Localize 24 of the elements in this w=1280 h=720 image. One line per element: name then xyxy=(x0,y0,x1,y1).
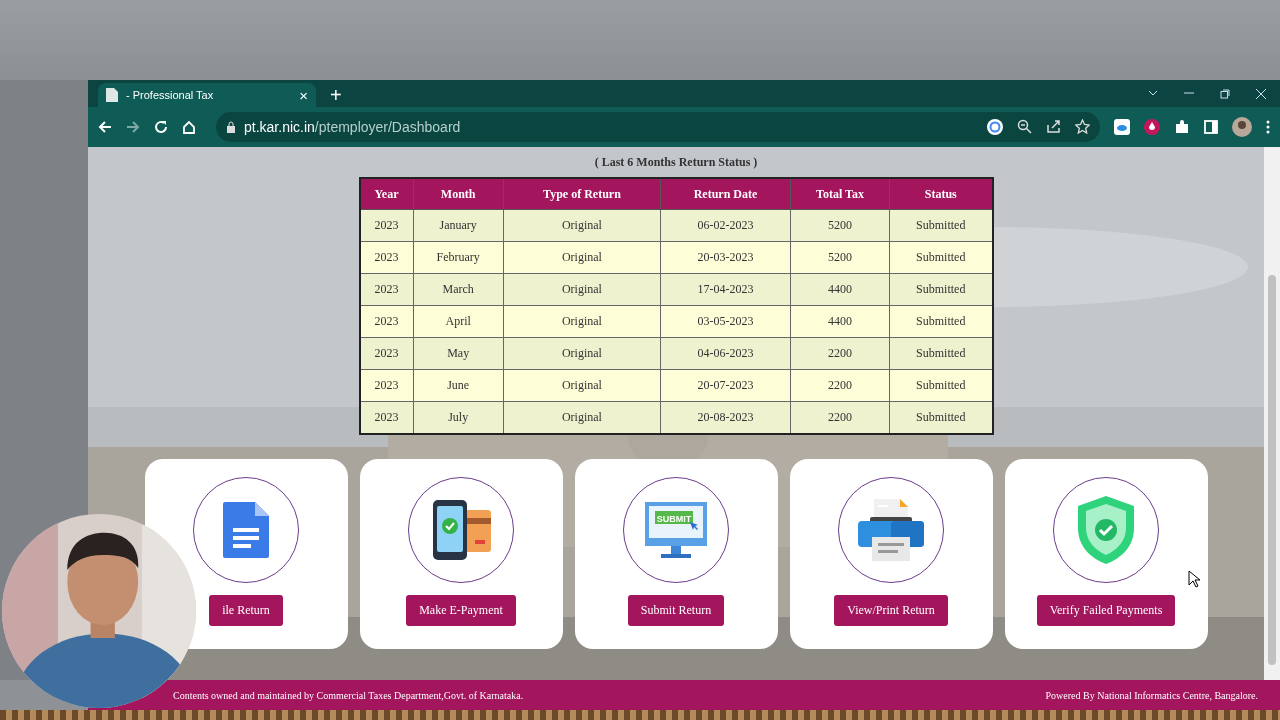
close-tab-button[interactable]: × xyxy=(299,86,308,104)
restore-icon[interactable] xyxy=(1220,88,1230,99)
lock-icon xyxy=(226,121,236,133)
close-icon[interactable] xyxy=(1256,88,1266,99)
more-menu-icon[interactable] xyxy=(1266,120,1270,134)
share-icon[interactable] xyxy=(1046,119,1061,134)
scrollbar[interactable] xyxy=(1264,147,1280,680)
address-bar[interactable]: pt.kar.nic.in/ptemployer/Dashboard xyxy=(216,112,1100,142)
side-panel-icon[interactable] xyxy=(1204,120,1218,134)
zoom-out-icon[interactable] xyxy=(1017,119,1032,134)
star-icon[interactable] xyxy=(1075,119,1090,134)
drop-icon[interactable] xyxy=(1144,119,1160,135)
page-icon xyxy=(106,88,118,102)
reload-icon[interactable] xyxy=(154,120,168,134)
back-arrow-icon[interactable] xyxy=(98,120,112,134)
footer-text: Contents owned and maintained by Commercial Taxes Department,Govt. of Karnataka. xyxy=(173,689,524,701)
footer-credit: Powered By National Informatics Centre, Bangalore. xyxy=(1045,689,1258,701)
forward-arrow-icon[interactable] xyxy=(126,120,140,134)
home-icon[interactable] xyxy=(182,120,196,134)
chevron-down-icon[interactable] xyxy=(1148,88,1158,97)
browser-tab[interactable]: - Professional Tax × xyxy=(98,83,316,107)
new-tab-button[interactable]: + xyxy=(330,83,342,107)
cloud-icon[interactable] xyxy=(1114,119,1130,135)
profile-avatar-icon[interactable] xyxy=(1232,117,1252,137)
